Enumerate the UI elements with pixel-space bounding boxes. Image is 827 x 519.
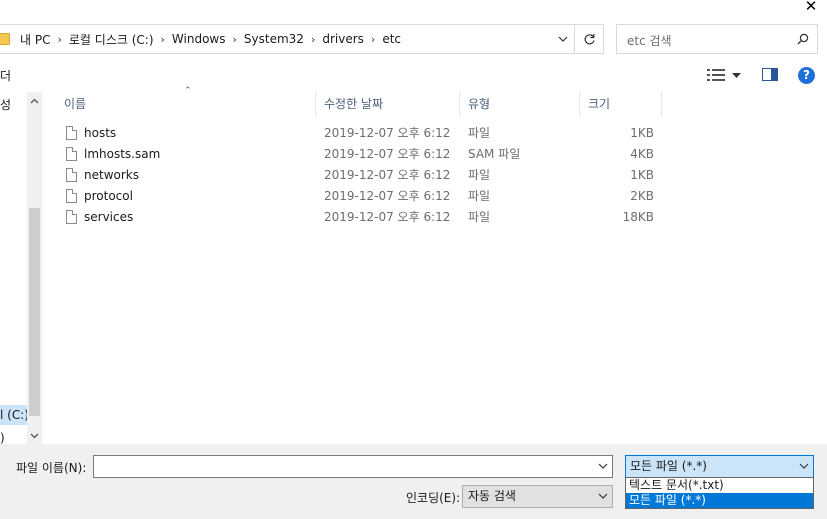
file-type: SAM 파일 (468, 147, 521, 161)
file-size: 18KB (622, 210, 654, 224)
file-type: 파일 (468, 168, 491, 182)
filename-input[interactable] (93, 455, 613, 478)
search-input[interactable]: etc 검색 (627, 32, 672, 49)
filename-label: 파일 이름(N): (16, 461, 87, 475)
nav-item-label[interactable]: ) (0, 431, 5, 445)
folder-icon (0, 33, 10, 45)
address-bar[interactable]: 내 PC › 로컬 디스크 (C:) › Windows › System32 … (0, 24, 577, 54)
file-size: 4KB (630, 147, 654, 161)
file-name: lmhosts.sam (84, 147, 161, 161)
scroll-down-icon[interactable] (27, 428, 42, 444)
encoding-label: 인코딩(E): (406, 491, 461, 505)
file-date: 2019-12-07 오후 6:12 (324, 126, 451, 140)
file-date: 2019-12-07 오후 6:12 (324, 189, 451, 203)
encoding-select[interactable]: 자동 검색 (462, 485, 613, 508)
column-header-date[interactable]: 수정한 날짜 (318, 92, 460, 116)
refresh-icon (584, 33, 595, 44)
filetype-dropdown-list: 텍스트 문서(*.txt) 모든 파일 (*.*) (625, 477, 814, 509)
chevron-down-icon[interactable] (598, 459, 608, 473)
breadcrumb-my-pc[interactable]: 내 PC (16, 31, 54, 48)
breadcrumb-local-disk[interactable]: 로컬 디스크 (C:) (65, 31, 158, 48)
file-type: 파일 (468, 210, 491, 224)
nav-item-local-disk[interactable]: l (C:) (0, 405, 27, 425)
column-header-name[interactable]: 이름 (58, 92, 316, 116)
filetype-select[interactable]: 모든 파일 (*.*) (625, 455, 814, 478)
address-history-dropdown[interactable] (550, 25, 576, 53)
file-size: 2KB (630, 189, 654, 203)
chevron-down-icon[interactable] (598, 486, 608, 507)
breadcrumb-separator-icon[interactable]: › (54, 33, 64, 46)
file-row[interactable]: protocol 2019-12-07 오후 6:12 파일 2KB (42, 186, 827, 207)
nav-item-label[interactable]: 성 (0, 96, 11, 113)
caret-down-icon[interactable] (732, 73, 741, 79)
file-icon (66, 126, 77, 140)
refresh-button[interactable] (574, 24, 604, 54)
column-header-size[interactable]: 크기 (582, 92, 662, 116)
vertical-scrollbar[interactable] (27, 92, 42, 444)
file-icon (66, 168, 77, 182)
close-icon[interactable]: ✕ (801, 0, 821, 16)
file-type: 파일 (468, 126, 491, 140)
column-header-row: ⌃ 이름 수정한 날짜 유형 크기 (42, 86, 827, 118)
filetype-selected: 모든 파일 (*.*) (630, 459, 707, 473)
navigation-pane: 성 l (C:) ) (0, 92, 42, 445)
file-date: 2019-12-07 오후 6:12 (324, 147, 451, 161)
breadcrumb-separator-icon[interactable]: › (308, 33, 318, 46)
file-date: 2019-12-07 오후 6:12 (324, 168, 451, 182)
search-box[interactable]: etc 검색 (616, 24, 818, 54)
chevron-down-icon[interactable] (799, 456, 809, 477)
file-icon (66, 210, 77, 224)
file-list: ⌃ 이름 수정한 날짜 유형 크기 hosts 2019-12-07 오후 6:… (42, 86, 827, 444)
file-name: networks (84, 168, 139, 182)
view-options-icon[interactable] (707, 69, 725, 81)
file-size: 1KB (630, 168, 654, 182)
file-size: 1KB (630, 126, 654, 140)
file-row[interactable]: services 2019-12-07 오후 6:12 파일 18KB (42, 207, 827, 228)
file-icon (66, 147, 77, 161)
breadcrumb-drivers[interactable]: drivers (318, 32, 368, 46)
column-header-type[interactable]: 유형 (462, 92, 580, 116)
file-date: 2019-12-07 오후 6:12 (324, 210, 451, 224)
preview-pane-icon[interactable] (762, 68, 778, 81)
scroll-up-icon[interactable] (27, 94, 42, 110)
file-name: hosts (84, 126, 117, 140)
file-row[interactable]: lmhosts.sam 2019-12-07 오후 6:12 SAM 파일 4K… (42, 144, 827, 165)
breadcrumb-separator-icon[interactable]: › (158, 33, 168, 46)
breadcrumb: 내 PC › 로컬 디스크 (C:) › Windows › System32 … (16, 25, 405, 53)
encoding-value: 자동 검색 (468, 489, 516, 503)
breadcrumb-system32[interactable]: System32 (240, 32, 308, 46)
help-icon[interactable]: ? (798, 67, 815, 84)
toolbar: 더 ? (0, 60, 827, 90)
filetype-option-all[interactable]: 모든 파일 (*.*) (626, 493, 813, 508)
file-type: 파일 (468, 189, 491, 203)
file-name: services (84, 210, 134, 224)
breadcrumb-separator-icon[interactable]: › (368, 33, 378, 46)
file-row[interactable]: hosts 2019-12-07 오후 6:12 파일 1KB (42, 123, 827, 144)
scrollbar-thumb[interactable] (29, 208, 40, 416)
file-name: protocol (84, 189, 133, 203)
new-folder-button[interactable]: 더 (0, 67, 11, 84)
search-icon[interactable] (797, 33, 809, 45)
breadcrumb-windows[interactable]: Windows (168, 32, 230, 46)
breadcrumb-separator-icon[interactable]: › (230, 33, 240, 46)
chevron-down-icon (558, 36, 568, 42)
breadcrumb-etc[interactable]: etc (378, 32, 405, 46)
file-row[interactable]: networks 2019-12-07 오후 6:12 파일 1KB (42, 165, 827, 186)
title-bar: ✕ (0, 0, 827, 20)
file-icon (66, 189, 77, 203)
filetype-option-txt[interactable]: 텍스트 문서(*.txt) (626, 478, 813, 493)
